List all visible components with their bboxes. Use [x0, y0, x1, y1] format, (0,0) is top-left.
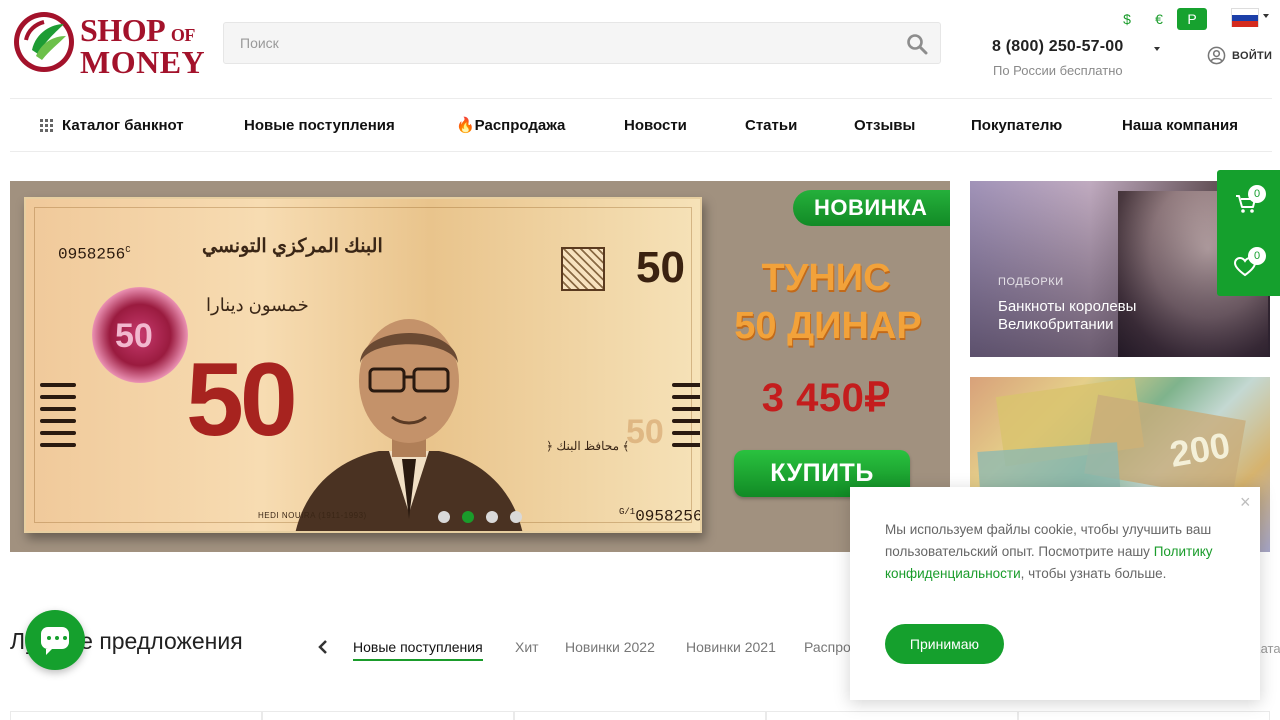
- nav-item-label: Новые поступления: [244, 116, 395, 134]
- nav-item-label: Наша компания: [1122, 116, 1238, 134]
- cookie-consent-popup: × Мы используем файлы cookie, чтобы улуч…: [850, 487, 1260, 700]
- slider-dots: [438, 511, 522, 523]
- nav-item-label: Новости: [624, 116, 687, 134]
- nav-item-label: Покупателю: [971, 116, 1063, 134]
- cart-count-badge: 0: [1248, 185, 1266, 203]
- slider-dot[interactable]: [510, 511, 522, 523]
- promo-price: 3 450₽: [761, 376, 891, 420]
- nav-item-news[interactable]: Новости: [624, 99, 687, 151]
- product-card[interactable]: [766, 711, 1018, 720]
- card-tag: ПОДБОРКИ: [998, 276, 1064, 288]
- grid-icon: [40, 118, 53, 132]
- user-icon: [1207, 46, 1226, 65]
- login-label: ВОЙТИ: [1232, 49, 1273, 62]
- nav-item-label: Каталог банкнот: [62, 116, 184, 134]
- nav-item-label: Статьи: [745, 116, 798, 134]
- slider-dot[interactable]: [486, 511, 498, 523]
- currency-rub-button[interactable]: Р: [1177, 8, 1207, 30]
- site-logo[interactable]: SHOP OF MONEY: [12, 10, 205, 78]
- currency-usd-button[interactable]: $: [1118, 8, 1136, 30]
- banknote-serial-bottom: G/10958256: [619, 507, 702, 526]
- login-button[interactable]: ВОЙТИ: [1207, 46, 1272, 65]
- banknote-serial: 0958256C: [58, 245, 131, 264]
- product-card[interactable]: [262, 711, 514, 720]
- nav-item-company[interactable]: Наша компания: [1122, 99, 1238, 151]
- banknote-tactile-marks: [672, 383, 700, 455]
- logo-emblem-icon: [14, 12, 74, 72]
- nav-item-label: 🔥Распродажа: [456, 117, 566, 134]
- sticky-panel: 0 0: [1217, 170, 1280, 296]
- nav-item-label: Отзывы: [854, 116, 916, 134]
- nav-item-new-arrivals[interactable]: Новые поступления: [244, 99, 395, 151]
- tab-new-2021[interactable]: Новинки 2021: [686, 639, 776, 655]
- nav-item-customer[interactable]: Покупателю: [971, 99, 1062, 151]
- cookie-message: Мы используем файлы cookie, чтобы улучши…: [885, 522, 1213, 581]
- slider-dot-active[interactable]: [462, 511, 474, 523]
- hero-banner[interactable]: 0958256C البنك المركزي التونسي خمسون دين…: [10, 181, 950, 552]
- tab-new-2022[interactable]: Новинки 2022: [565, 639, 655, 655]
- currency-eur-button[interactable]: €: [1150, 8, 1168, 30]
- banknote-value-large: 50: [186, 342, 298, 458]
- search-input[interactable]: [224, 23, 884, 63]
- banknote-signatures: ﴾ محافظ البنك ﴿: [546, 439, 630, 453]
- chat-dots: [47, 636, 67, 640]
- search-bar: [223, 22, 941, 64]
- banknote-value-watermark: 50: [626, 413, 664, 451]
- tab-new-arrivals[interactable]: Новые поступления: [353, 639, 483, 661]
- chevron-left-icon[interactable]: [316, 640, 330, 654]
- close-icon[interactable]: ×: [1240, 492, 1251, 513]
- phone-dropdown-icon[interactable]: [1154, 47, 1160, 51]
- cart-button[interactable]: 0: [1217, 170, 1280, 233]
- banknote-image: 0958256C البنك المركزي التونسي خمسون دين…: [24, 197, 702, 533]
- language-caret-icon[interactable]: [1263, 14, 1269, 18]
- nav-item-articles[interactable]: Статьи: [745, 99, 797, 151]
- banknote-value-corner: 50: [636, 243, 685, 292]
- page: SHOP OF MONEY $ € Р 8 (800) 250-57-00 По…: [0, 0, 1280, 720]
- main-navigation: Каталог банкнот Новые поступления 🔥Распр…: [10, 98, 1272, 152]
- product-cards-row: [10, 711, 1270, 720]
- search-icon[interactable]: [906, 33, 928, 55]
- promo-country: ТУНИС: [761, 257, 891, 299]
- product-card[interactable]: [514, 711, 766, 720]
- portrait-illustration: [295, 319, 523, 531]
- slider-dot[interactable]: [438, 511, 450, 523]
- nav-item-sale[interactable]: 🔥Распродажа: [456, 99, 565, 151]
- banknote-tactile-marks: [40, 383, 76, 455]
- phone-number[interactable]: 8 (800) 250-57-00: [992, 38, 1124, 56]
- favorites-count-badge: 0: [1248, 247, 1266, 265]
- banknote-rosette: 50: [92, 287, 188, 383]
- tab-hit[interactable]: Хит: [515, 639, 539, 655]
- product-card[interactable]: [1018, 711, 1270, 720]
- banknote-caption: HEDI NOUIRA (1911-1993): [258, 511, 367, 520]
- product-card[interactable]: [10, 711, 262, 720]
- banknote-pattern-icon: [561, 247, 605, 291]
- favorites-button[interactable]: 0: [1217, 233, 1280, 296]
- russian-flag-icon[interactable]: [1231, 8, 1259, 27]
- promo-denomination: 50 ДИНАР: [734, 305, 922, 347]
- nav-item-reviews[interactable]: Отзывы: [854, 99, 915, 151]
- logo-wordmark: SHOP OF MONEY: [80, 12, 206, 80]
- new-badge: НОВИНКА: [793, 190, 950, 226]
- phone-note: По России бесплатно: [993, 63, 1123, 78]
- nav-item-catalog[interactable]: Каталог банкнот: [40, 99, 184, 151]
- card-title: Банкноты королевы Великобритании: [998, 298, 1137, 333]
- accept-cookies-button[interactable]: Принимаю: [885, 624, 1004, 664]
- chat-button[interactable]: [25, 610, 85, 670]
- banknote-bank-name: البنك المركزي التونسي: [202, 236, 383, 257]
